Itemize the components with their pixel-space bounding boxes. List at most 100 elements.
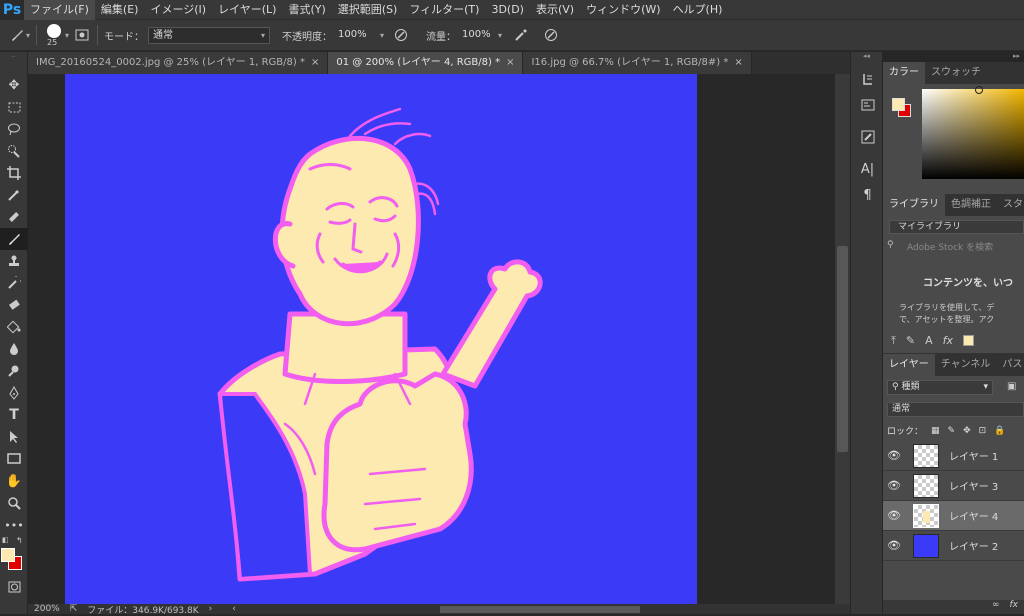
pen-tool-icon[interactable] [0, 382, 28, 404]
tab-adjustments[interactable]: 色調補正 [945, 194, 997, 216]
brush-preset-picker[interactable]: 25 [43, 21, 65, 49]
hand-tool-icon[interactable]: ✋ [0, 470, 28, 492]
tab-01[interactable]: 01 @ 200% (レイヤー 4, RGB/8) * × [328, 52, 524, 74]
document-canvas[interactable] [65, 74, 697, 604]
rectangle-tool-icon[interactable] [0, 448, 28, 470]
library-select[interactable]: マイライブラリ [889, 220, 1024, 234]
panel-collapse-handle[interactable]: ‥ [0, 52, 27, 59]
character-panel-icon[interactable]: A| [851, 156, 884, 182]
history-brush-tool-icon[interactable] [0, 272, 28, 294]
lock-artboard-icon[interactable]: ⊡ [979, 426, 987, 436]
character-style-icon[interactable]: A [925, 334, 933, 347]
blur-tool-icon[interactable] [0, 338, 28, 360]
paragraph-panel-icon[interactable]: ¶ [851, 182, 884, 208]
tab-layers[interactable]: レイヤー [883, 354, 935, 376]
tab-paths[interactable]: パス [996, 354, 1024, 376]
add-color-swatch[interactable] [963, 335, 975, 346]
upload-icon[interactable]: ⤒ [891, 334, 896, 348]
brush-add-icon[interactable]: ✎ [906, 334, 915, 347]
chevron-down-icon[interactable]: ▾ [26, 31, 30, 40]
properties-panel-icon[interactable] [851, 92, 884, 118]
lock-all-icon[interactable]: 🔒 [994, 426, 1005, 436]
menu-layer[interactable]: レイヤー(L) [212, 0, 282, 20]
move-tool-icon[interactable]: ✥ [0, 74, 28, 96]
layer-style-icon[interactable]: fx [1010, 600, 1019, 614]
image-filter-icon[interactable]: ▣ [1007, 381, 1016, 392]
menu-help[interactable]: ヘルプ(H) [667, 0, 729, 20]
tab-channels[interactable]: チャンネル [935, 354, 997, 376]
layer-row[interactable]: 👁 レイヤー 1 [883, 441, 1024, 471]
scroll-left-icon[interactable]: ‹ [232, 604, 236, 614]
healing-brush-tool-icon[interactable] [0, 206, 28, 228]
layer-row[interactable]: 👁 レイヤー 3 [883, 471, 1024, 501]
zoom-tool-icon[interactable] [0, 492, 28, 514]
close-icon[interactable]: × [734, 52, 742, 74]
paint-bucket-tool-icon[interactable] [0, 316, 28, 338]
more-tools-icon[interactable]: ••• [0, 514, 28, 536]
pressure-size-icon[interactable] [542, 26, 560, 44]
path-selection-tool-icon[interactable] [0, 426, 28, 448]
blend-mode-select[interactable]: 通常 [887, 402, 1024, 417]
tab-i16[interactable]: I16.jpg @ 66.7% (レイヤー 1, RGB/8#) * × [523, 52, 752, 74]
menu-type[interactable]: 書式(Y) [282, 0, 331, 20]
link-layers-icon[interactable]: ∞ [992, 600, 1000, 614]
type-tool-icon[interactable]: T [0, 404, 28, 426]
lock-image-icon[interactable]: ✎ [948, 426, 956, 436]
layer-style-icon[interactable]: fx [943, 334, 953, 347]
airbrush-icon[interactable] [512, 26, 530, 44]
flow-input[interactable]: 100% [458, 27, 498, 44]
foreground-color-swatch[interactable] [1, 548, 15, 562]
visibility-eye-icon[interactable]: 👁 [883, 539, 905, 552]
foreground-color-chip[interactable] [892, 98, 905, 111]
chevron-down-icon[interactable]: ▾ [65, 31, 69, 40]
brush-tool-icon[interactable] [8, 26, 26, 44]
lasso-tool-icon[interactable] [0, 118, 28, 140]
brush-panel-toggle-icon[interactable] [73, 26, 91, 44]
share-icon[interactable]: ⇱ [70, 604, 78, 614]
clone-stamp-tool-icon[interactable] [0, 250, 28, 272]
history-panel-icon[interactable] [851, 66, 884, 92]
tab-img-20160524[interactable]: IMG_20160524_0002.jpg @ 25% (レイヤー 1, RGB… [28, 52, 329, 74]
lock-transparent-icon[interactable]: ▦ [931, 426, 940, 436]
vertical-scrollbar-thumb[interactable] [837, 246, 848, 452]
chevron-down-icon[interactable]: ▾ [498, 31, 502, 40]
status-menu-arrow-icon[interactable]: › [209, 604, 213, 614]
menu-select[interactable]: 選択範囲(S) [332, 0, 404, 20]
visibility-eye-icon[interactable]: 👁 [883, 479, 905, 492]
zoom-level[interactable]: 200% [34, 604, 60, 614]
quick-selection-tool-icon[interactable] [0, 140, 28, 162]
crop-tool-icon[interactable] [0, 162, 28, 184]
eraser-tool-icon[interactable] [0, 294, 28, 316]
horizontal-scrollbar-thumb[interactable] [440, 606, 640, 613]
close-icon[interactable]: × [311, 52, 319, 74]
menu-filter[interactable]: フィルター(T) [403, 0, 485, 20]
tab-swatches[interactable]: スウォッチ [925, 62, 987, 84]
mode-select[interactable]: 通常 ▾ [148, 26, 271, 44]
tab-libraries[interactable]: ライブラリ [883, 194, 945, 216]
tab-color[interactable]: カラー [883, 62, 925, 84]
menu-file[interactable]: ファイル(F) [24, 0, 95, 20]
opacity-input[interactable]: 100% [334, 27, 380, 44]
color-field[interactable] [922, 89, 1024, 179]
menu-window[interactable]: ウィンドウ(W) [580, 0, 666, 20]
pressure-opacity-icon[interactable] [392, 26, 410, 44]
menu-image[interactable]: イメージ(I) [144, 0, 212, 20]
layer-row[interactable]: 👁 レイヤー 2 [883, 531, 1024, 561]
panel-collapse-icon[interactable]: ◂◂ [851, 52, 882, 62]
visibility-eye-icon[interactable]: 👁 [883, 449, 905, 462]
dock-collapse-icon[interactable]: ▸▸ [883, 52, 1024, 62]
menu-view[interactable]: 表示(V) [530, 0, 580, 20]
menu-3d[interactable]: 3D(D) [485, 0, 530, 20]
layer-row-selected[interactable]: 👁 レイヤー 4 [883, 501, 1024, 531]
visibility-eye-icon[interactable]: 👁 [883, 509, 905, 522]
menu-edit[interactable]: 編集(E) [95, 0, 145, 20]
eyedropper-tool-icon[interactable] [0, 184, 28, 206]
dodge-tool-icon[interactable] [0, 360, 28, 382]
lock-position-icon[interactable]: ✥ [963, 426, 971, 436]
swap-colors-icon[interactable]: ↰ [16, 536, 23, 545]
layer-filter-select[interactable]: ⚲ 種類 ▾ [887, 380, 993, 395]
chevron-down-icon[interactable]: ▾ [380, 31, 384, 40]
color-picker-marker[interactable] [975, 86, 983, 94]
tab-styles[interactable]: スタ [997, 194, 1024, 216]
stock-search-input[interactable]: Adobe Stock を検索 [907, 240, 993, 253]
